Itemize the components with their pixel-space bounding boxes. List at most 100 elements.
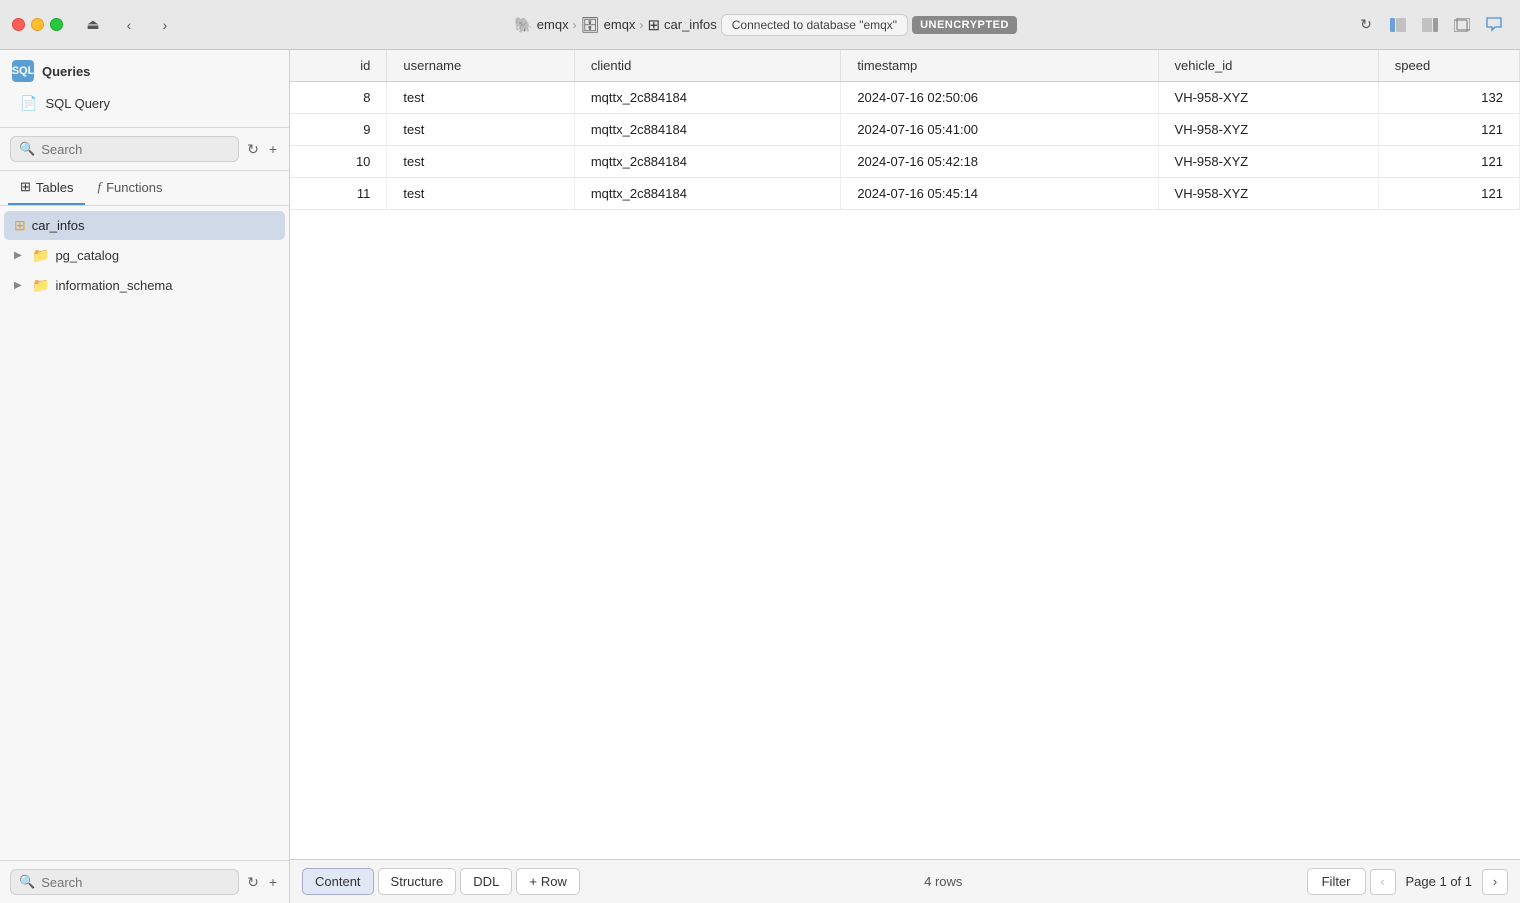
right-panel-button[interactable] [1416, 11, 1444, 39]
unencrypted-label: UNENCRYPTED [920, 19, 1009, 31]
col-header-speed[interactable]: speed [1378, 50, 1519, 82]
unencrypted-badge: UNENCRYPTED [912, 16, 1017, 34]
queries-label: Queries [42, 64, 90, 79]
breadcrumb-database[interactable]: 🗄 emqx [581, 16, 636, 34]
col-header-username[interactable]: username [387, 50, 574, 82]
sidebar-top-search: 🔍 ↻ + [0, 128, 289, 171]
close-button[interactable] [12, 18, 25, 31]
tab-functions[interactable]: f Functions [85, 171, 174, 205]
connection-text: Connected to database "emqx" [732, 18, 897, 32]
next-page-button[interactable]: › [1482, 869, 1508, 895]
cell-vehicle_id-1[interactable]: VH-958-XYZ [1158, 114, 1378, 146]
tables-icon: ⊞ [20, 179, 31, 195]
row-count-text: 4 rows [924, 874, 962, 889]
back-button[interactable]: ‹ [115, 11, 143, 39]
content-area: id username clientid timestamp vehicle_i… [290, 50, 1520, 903]
sidebar-toggle-button[interactable] [1384, 11, 1412, 39]
bottom-search-icon: 🔍 [19, 874, 35, 890]
cell-timestamp-2[interactable]: 2024-07-16 05:42:18 [841, 146, 1158, 178]
chat-button[interactable] [1480, 11, 1508, 39]
cell-clientid-3[interactable]: mqttx_2c884184 [574, 178, 840, 210]
breadcrumb: 🐘 emqx › 🗄 emqx › ⊞ car_infos Connected … [187, 14, 1344, 36]
add-row-button[interactable]: + Row [516, 868, 580, 895]
queries-header: SQL Queries [12, 60, 277, 82]
filter-button[interactable]: Filter [1307, 868, 1366, 895]
refresh-button[interactable]: ↻ [1352, 11, 1380, 39]
breadcrumb-server[interactable]: 🐘 emqx [514, 16, 568, 34]
titlebar: ⏏ ‹ › 🐘 emqx › 🗄 emqx › ⊞ car_infos Conn… [0, 0, 1520, 50]
col-header-clientid[interactable]: clientid [574, 50, 840, 82]
data-table-container[interactable]: id username clientid timestamp vehicle_i… [290, 50, 1520, 859]
minimize-button[interactable] [31, 18, 44, 31]
prev-page-button[interactable]: ‹ [1370, 869, 1396, 895]
data-table: id username clientid timestamp vehicle_i… [290, 50, 1520, 210]
eject-button[interactable]: ⏏ [79, 11, 107, 39]
titlebar-right: ↻ [1352, 11, 1508, 39]
col-header-timestamp[interactable]: timestamp [841, 50, 1158, 82]
structure-tab[interactable]: Structure [378, 868, 457, 895]
col-header-id[interactable]: id [290, 50, 387, 82]
add-row-icon: + [529, 874, 537, 889]
tree-item-pg-catalog[interactable]: ▶ 📁 pg_catalog [4, 241, 285, 270]
ddl-tab[interactable]: DDL [460, 868, 512, 895]
sql-query-item[interactable]: 📄 SQL Query [12, 90, 277, 117]
cell-timestamp-0[interactable]: 2024-07-16 02:50:06 [841, 82, 1158, 114]
functions-icon: f [97, 179, 101, 195]
cell-timestamp-1[interactable]: 2024-07-16 05:41:00 [841, 114, 1158, 146]
col-header-vehicle-id[interactable]: vehicle_id [1158, 50, 1378, 82]
car-infos-label: car_infos [32, 218, 85, 233]
cell-username-1[interactable]: test [387, 114, 574, 146]
tree-item-car-infos[interactable]: ⊞ car_infos [4, 211, 285, 240]
cell-speed-2[interactable]: 121 [1378, 146, 1519, 178]
connection-badge: Connected to database "emqx" [721, 14, 908, 36]
table-row[interactable]: 11testmqttx_2c8841842024-07-16 05:45:14V… [290, 178, 1520, 210]
row-count: 4 rows [584, 874, 1303, 889]
cell-timestamp-3[interactable]: 2024-07-16 05:45:14 [841, 178, 1158, 210]
forward-button[interactable]: › [151, 11, 179, 39]
cell-speed-1[interactable]: 121 [1378, 114, 1519, 146]
database-icon: 🗄 [581, 16, 600, 34]
bottom-search-box[interactable]: 🔍 [10, 869, 239, 895]
cell-id-2[interactable]: 10 [290, 146, 387, 178]
cell-speed-0[interactable]: 132 [1378, 82, 1519, 114]
cell-vehicle_id-2[interactable]: VH-958-XYZ [1158, 146, 1378, 178]
breadcrumb-server-label: emqx [537, 17, 569, 32]
top-search-box[interactable]: 🔍 [10, 136, 239, 162]
cell-id-0[interactable]: 8 [290, 82, 387, 114]
bottom-search-input[interactable] [41, 875, 230, 890]
cell-id-1[interactable]: 9 [290, 114, 387, 146]
sidebar-bottom-search: 🔍 ↻ + [0, 860, 289, 903]
tables-tab-label: Tables [36, 180, 74, 195]
breadcrumb-sep-2: › [639, 18, 643, 32]
table-row[interactable]: 8testmqttx_2c8841842024-07-16 02:50:06VH… [290, 82, 1520, 114]
cell-username-2[interactable]: test [387, 146, 574, 178]
sidebar: SQL Queries 📄 SQL Query 🔍 ↻ + [0, 50, 290, 903]
bottom-toolbar: Content Structure DDL + Row 4 rows Filte… [290, 859, 1520, 903]
add-item-button[interactable]: + [267, 139, 279, 159]
tab-tables[interactable]: ⊞ Tables [8, 171, 85, 205]
cell-username-3[interactable]: test [387, 178, 574, 210]
cell-id-3[interactable]: 11 [290, 178, 387, 210]
table-row[interactable]: 10testmqttx_2c8841842024-07-16 05:42:18V… [290, 146, 1520, 178]
breadcrumb-table[interactable]: ⊞ car_infos [647, 16, 716, 34]
cell-clientid-1[interactable]: mqttx_2c884184 [574, 114, 840, 146]
cell-clientid-0[interactable]: mqttx_2c884184 [574, 82, 840, 114]
queries-section: SQL Queries 📄 SQL Query [0, 50, 289, 128]
add-bottom-button[interactable]: + [267, 872, 279, 892]
new-window-button[interactable] [1448, 11, 1476, 39]
refresh-sidebar-button[interactable]: ↻ [245, 139, 261, 160]
refresh-bottom-button[interactable]: ↻ [245, 872, 261, 893]
pg-catalog-folder-icon: 📁 [32, 247, 49, 264]
sidebar-tabs: ⊞ Tables f Functions [0, 171, 289, 206]
maximize-button[interactable] [50, 18, 63, 31]
cell-username-0[interactable]: test [387, 82, 574, 114]
tree-item-information-schema[interactable]: ▶ 📁 information_schema [4, 271, 285, 300]
top-search-input[interactable] [41, 142, 230, 157]
table-row[interactable]: 9testmqttx_2c8841842024-07-16 05:41:00VH… [290, 114, 1520, 146]
cell-clientid-2[interactable]: mqttx_2c884184 [574, 146, 840, 178]
cell-vehicle_id-0[interactable]: VH-958-XYZ [1158, 82, 1378, 114]
cell-vehicle_id-3[interactable]: VH-958-XYZ [1158, 178, 1378, 210]
content-tab[interactable]: Content [302, 868, 374, 895]
cell-speed-3[interactable]: 121 [1378, 178, 1519, 210]
add-row-label: Row [541, 874, 567, 889]
